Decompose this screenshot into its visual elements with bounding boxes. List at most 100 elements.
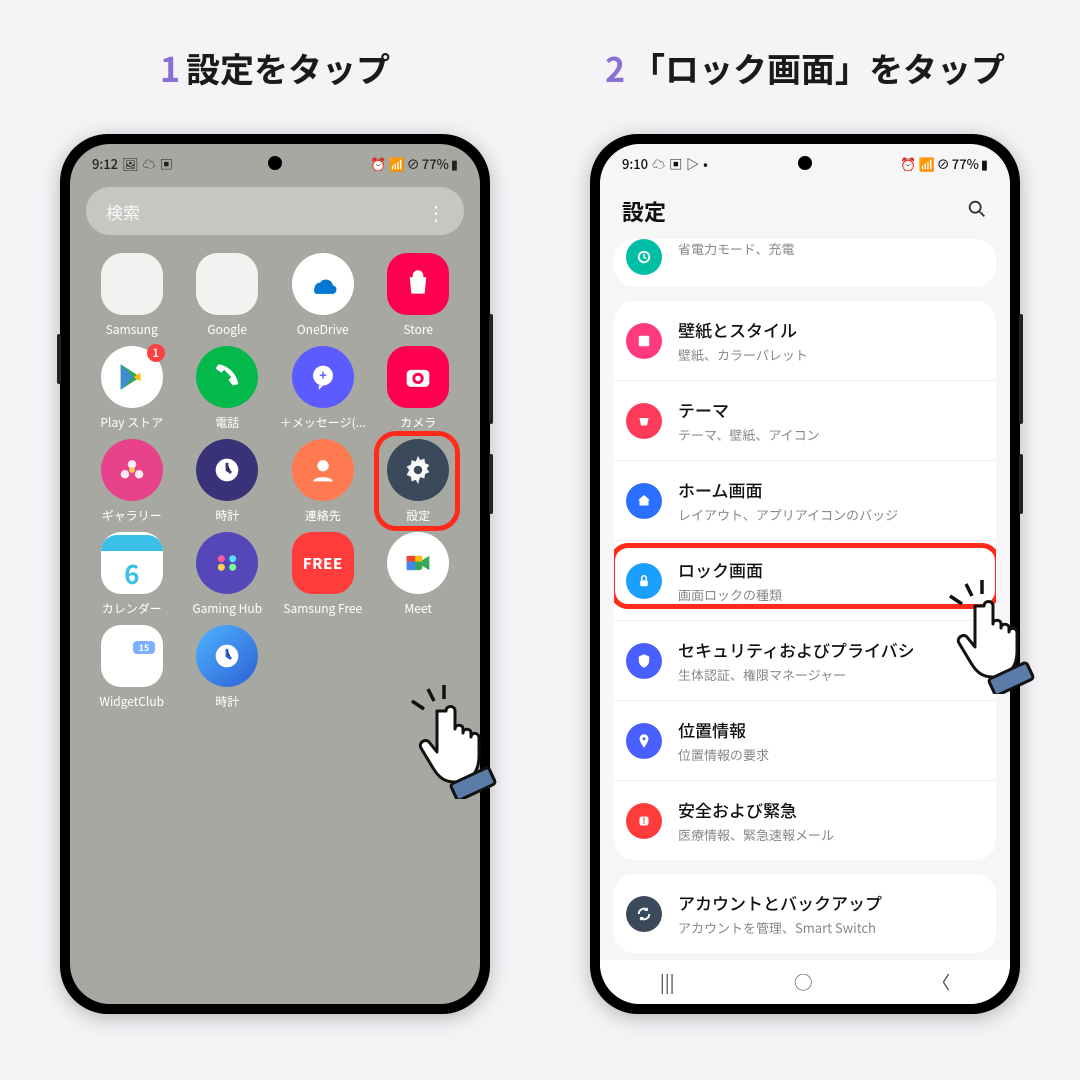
side-button: [57, 334, 61, 384]
gamepad-icon: [196, 532, 258, 594]
card-account: アカウントとバックアップアカウントを管理、Smart Switch: [614, 874, 996, 953]
app-gallery[interactable]: ギャラリー: [84, 439, 180, 524]
nav-home[interactable]: ◯: [764, 961, 842, 1003]
app-settings[interactable]: 設定: [370, 439, 466, 524]
clock-icon: [196, 625, 258, 687]
app-clock2[interactable]: 時計: [179, 625, 275, 710]
battery-text: 77%: [422, 154, 449, 173]
message-icon: +: [292, 346, 354, 408]
store-icon: [387, 253, 449, 315]
camera-icon: [387, 346, 449, 408]
search-bar[interactable]: 検索 ⋮: [86, 187, 464, 235]
nodata-icon: ⊘: [407, 154, 420, 173]
app-samsung-folder[interactable]: Samsung: [84, 253, 180, 338]
alarm-icon: ⏰: [900, 154, 916, 173]
meet-icon: [387, 532, 449, 594]
alarm-icon: ⏰: [370, 154, 386, 173]
home-icon: [626, 483, 662, 519]
app-clock[interactable]: 時計: [179, 439, 275, 524]
row-account[interactable]: アカウントとバックアップアカウントを管理、Smart Switch: [614, 874, 996, 953]
window-icon: ▣: [160, 154, 173, 173]
clock-icon: [196, 439, 258, 501]
nav-recents[interactable]: |||: [630, 961, 705, 1003]
status-time: 9:10: [622, 154, 648, 173]
power-button: [489, 454, 493, 514]
window-icon: ▣: [669, 154, 682, 173]
more-icon[interactable]: ⋮: [426, 197, 444, 226]
app-phone[interactable]: 電話: [179, 346, 275, 431]
cloud-icon: ☁: [143, 154, 156, 173]
step-2-title: 2「ロック画面」をタップ: [605, 20, 1005, 116]
power-button: [1019, 454, 1023, 514]
app-store[interactable]: Store: [370, 253, 466, 338]
app-gaminghub[interactable]: Gaming Hub: [179, 532, 275, 617]
wifi-icon: 📶: [389, 154, 405, 173]
onedrive-icon: [292, 253, 354, 315]
app-samsungfree[interactable]: FREE Samsung Free: [275, 532, 371, 617]
search-placeholder: 検索: [106, 199, 140, 224]
svg-text:+: +: [319, 365, 327, 384]
step-2-num: 2: [605, 43, 625, 92]
theme-icon: [626, 403, 662, 439]
widgetclub-icon: 15: [101, 625, 163, 687]
lock-icon: [626, 563, 662, 599]
status-time: 9:12: [92, 154, 118, 173]
row-home[interactable]: ホーム画面レイアウト、アプリアイコンのバッジ: [614, 460, 996, 540]
free-icon: FREE: [292, 532, 354, 594]
front-camera: [268, 156, 282, 170]
phone-icon: [196, 346, 258, 408]
cloud-icon: ☁: [652, 154, 665, 173]
image-icon: 🖼: [122, 154, 139, 173]
location-icon: [626, 723, 662, 759]
row-theme[interactable]: テーマテーマ、壁紙、アイコン: [614, 380, 996, 460]
volume-button: [1019, 314, 1023, 424]
gallery-icon: [101, 439, 163, 501]
calendar-icon: 6: [101, 532, 163, 594]
row-security[interactable]: セキュリティおよびプライバシ生体認証、権限マネージャー: [614, 620, 996, 700]
shield-icon: [626, 643, 662, 679]
home-screen[interactable]: 9:12 🖼☁▣ ⏰📶⊘ 77%▮ 検索 ⋮: [70, 144, 480, 1004]
app-meet[interactable]: Meet: [370, 532, 466, 617]
front-camera: [798, 156, 812, 170]
settings-header: 設定: [600, 177, 1010, 239]
settings-screen[interactable]: 9:10 ☁▣▷• ⏰📶⊘ 77%▮ 設定: [600, 144, 1010, 1004]
playstore-icon: 1: [101, 346, 163, 408]
sync-icon: [626, 896, 662, 932]
svg-text:!: !: [642, 815, 645, 827]
battery-text: 77%: [952, 154, 979, 173]
app-plusmessage[interactable]: + ＋メッセージ(...: [275, 346, 371, 431]
contacts-icon: [292, 439, 354, 501]
row-safety[interactable]: ! 安全および緊急医療情報、緊急速報メール: [614, 780, 996, 860]
phone-frame-2: 9:10 ☁▣▷• ⏰📶⊘ 77%▮ 設定: [590, 134, 1020, 1014]
row-lock[interactable]: ロック画面画面ロックの種類: [614, 540, 996, 620]
wallpaper-icon: [626, 323, 662, 359]
app-calendar[interactable]: 6 カレンダー: [84, 532, 180, 617]
nodata-icon: ⊘: [937, 154, 950, 173]
nav-back[interactable]: 〈: [902, 961, 980, 1003]
battery-icon: [626, 239, 662, 275]
row-battery[interactable]: 省電力モード、充電: [614, 239, 996, 287]
app-onedrive[interactable]: OneDrive: [275, 253, 371, 338]
card-battery-partial: 省電力モード、充電: [614, 239, 996, 287]
app-grid: Samsung Google OneDrive: [70, 245, 480, 718]
phone-frame-1: 9:12 🖼☁▣ ⏰📶⊘ 77%▮ 検索 ⋮: [60, 134, 490, 1014]
app-playstore[interactable]: 1 Play ストア: [84, 346, 180, 431]
emergency-icon: !: [626, 803, 662, 839]
nav-bar: ||| ◯ 〈: [600, 960, 1010, 1004]
settings-list: 省電力モード、充電 壁紙とスタイル壁紙、カラーパレット テーマテーマ、壁紙、アイ…: [600, 239, 1010, 953]
folder-icon: [196, 253, 258, 315]
app-contacts[interactable]: 連絡先: [275, 439, 371, 524]
row-wallpaper[interactable]: 壁紙とスタイル壁紙、カラーパレット: [614, 301, 996, 380]
play-icon: ▷: [686, 154, 699, 173]
search-icon[interactable]: [966, 197, 988, 226]
app-google-folder[interactable]: Google: [179, 253, 275, 338]
badge: 1: [147, 344, 165, 362]
step-1-title: 1設定をタップ: [160, 20, 390, 116]
app-camera[interactable]: カメラ: [370, 346, 466, 431]
step-1: 1設定をタップ 9:12 🖼☁▣ ⏰📶⊘ 77%▮ 検索 ⋮: [21, 20, 530, 1014]
gear-icon: [387, 439, 449, 501]
folder-icon: [101, 253, 163, 315]
highlight-lock: [614, 543, 996, 609]
row-location[interactable]: 位置情報位置情報の要求: [614, 700, 996, 780]
app-widgetclub[interactable]: 15 WidgetClub: [84, 625, 180, 710]
